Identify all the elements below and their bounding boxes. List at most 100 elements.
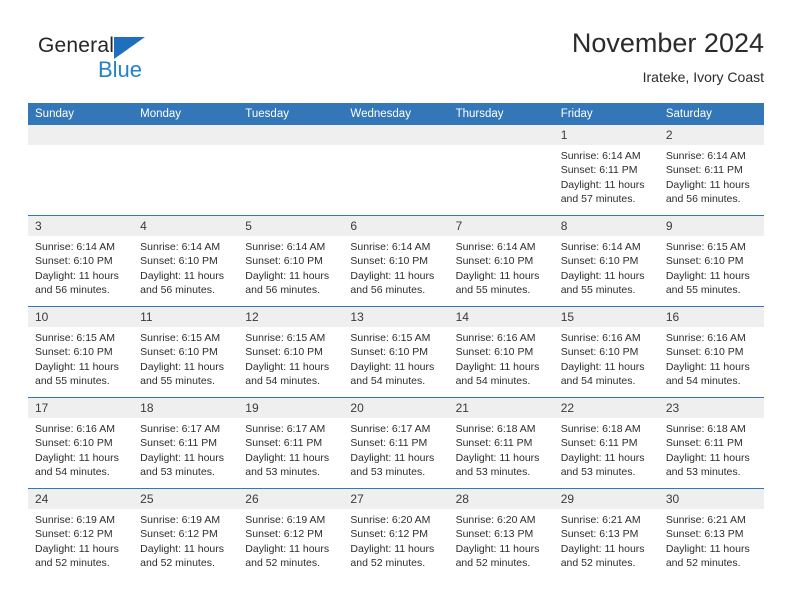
day-sunset-text: Sunset: 6:12 PM: [140, 528, 218, 541]
day-details: Sunrise: 6:16 AM Sunset: 6:10 PM Daylight:…: [554, 327, 659, 388]
day-number: 23: [658, 398, 764, 418]
weekday-header-thursday: Thursday: [448, 103, 554, 125]
calendar-day-cell[interactable]: 25 Sunrise: 6:19 AM Sunset: 6:12 PM Dayligh…: [133, 488, 239, 579]
day-sunrise-text: Sunrise: 6:17 AM: [350, 423, 431, 435]
day-sunrise-text: Sunrise: 6:20 AM: [455, 514, 536, 526]
day-number: 1: [553, 125, 659, 145]
calendar-day-cell[interactable]: 11 Sunrise: 6:15 AM Sunset: 6:10 PM Dayligh…: [133, 306, 239, 398]
day-sunset-text: Sunset: 6:10 PM: [665, 255, 744, 268]
calendar-day-cell[interactable]: 22 Sunrise: 6:18 AM Sunset: 6:11 PM Dayligh…: [553, 397, 659, 489]
calendar-day-cell[interactable]: 30 Sunrise: 6:21 AM Sunset: 6:13 PM Dayligh…: [658, 488, 764, 579]
day-daylight1-text: Daylight: 11 hours: [140, 360, 224, 373]
day-number: 30: [658, 489, 764, 509]
day-daylight2-text: and 54 minutes.: [350, 374, 426, 387]
calendar-day-cell[interactable]: 10 Sunrise: 6:15 AM Sunset: 6:10 PM Dayligh…: [28, 306, 134, 398]
day-daylight2-text: and 56 minutes.: [140, 283, 215, 296]
day-daylight2-text: and 54 minutes.: [455, 374, 531, 387]
calendar-day-cell[interactable]: 27 Sunrise: 6:20 AM Sunset: 6:12 PM Dayligh…: [343, 488, 449, 579]
day-daylight1-text: Daylight: 11 hours: [140, 451, 224, 464]
day-sunset-text: Sunset: 6:11 PM: [245, 437, 323, 450]
day-daylight1-text: Daylight: 11 hours: [35, 451, 119, 464]
day-sunrise-text: Sunrise: 6:19 AM: [245, 514, 326, 526]
day-details: Sunrise: 6:18 AM Sunset: 6:11 PM Daylight:…: [659, 418, 764, 479]
day-daylight2-text: and 53 minutes.: [560, 465, 636, 478]
calendar-day-cell[interactable]: 18 Sunrise: 6:17 AM Sunset: 6:11 PM Dayligh…: [133, 397, 239, 489]
day-number: [133, 125, 239, 145]
day-daylight2-text: and 56 minutes.: [245, 283, 320, 296]
calendar-day-cell[interactable]: 3 Sunrise: 6:14 AM Sunset: 6:10 PM Daylight…: [28, 215, 134, 307]
day-number: 17: [28, 398, 134, 418]
day-daylight2-text: and 52 minutes.: [350, 556, 426, 569]
calendar-day-cell[interactable]: 20 Sunrise: 6:17 AM Sunset: 6:11 PM Dayligh…: [343, 397, 449, 489]
day-sunset-text: Sunset: 6:10 PM: [455, 255, 534, 268]
day-details: Sunrise: 6:15 AM Sunset: 6:10 PM Daylight:…: [659, 236, 764, 297]
day-daylight1-text: Daylight: 11 hours: [560, 451, 645, 464]
day-number: 12: [238, 307, 344, 327]
calendar-day-cell[interactable]: 9 Sunrise: 6:15 AM Sunset: 6:10 PM Daylight…: [658, 215, 764, 307]
day-details: Sunrise: 6:16 AM Sunset: 6:10 PM Daylight:…: [28, 418, 133, 479]
day-sunset-text: Sunset: 6:13 PM: [560, 528, 639, 541]
day-sunset-text: Sunset: 6:10 PM: [35, 437, 113, 450]
calendar-day-cell[interactable]: 14 Sunrise: 6:16 AM Sunset: 6:10 PM Dayligh…: [448, 306, 554, 398]
day-details: Sunrise: 6:17 AM Sunset: 6:11 PM Daylight:…: [238, 418, 343, 479]
weekday-header-friday: Friday: [553, 103, 659, 125]
calendar-day-cell[interactable]: 23 Sunrise: 6:18 AM Sunset: 6:11 PM Dayligh…: [658, 397, 764, 489]
calendar-day-cell[interactable]: 1 Sunrise: 6:14 AM Sunset: 6:11 PM Daylight…: [553, 125, 659, 216]
page-subtitle: Irateke, Ivory Coast: [642, 69, 764, 85]
calendar-day-cell[interactable]: 8 Sunrise: 6:14 AM Sunset: 6:10 PM Daylight…: [553, 215, 659, 307]
calendar-day-cell-empty: [28, 125, 134, 216]
calendar-day-cell[interactable]: 16 Sunrise: 6:16 AM Sunset: 6:10 PM Dayligh…: [658, 306, 764, 398]
day-sunrise-text: Sunrise: 6:14 AM: [140, 241, 221, 253]
calendar-week-row: 24 Sunrise: 6:19 AM Sunset: 6:12 PM Dayligh…: [28, 488, 764, 579]
calendar-day-cell[interactable]: 15 Sunrise: 6:16 AM Sunset: 6:10 PM Dayligh…: [553, 306, 659, 398]
day-number: [28, 125, 134, 145]
general-blue-logo[interactable]: General Blue: [38, 34, 218, 92]
day-number: 3: [28, 216, 134, 236]
calendar-day-cell[interactable]: 2 Sunrise: 6:14 AM Sunset: 6:11 PM Daylight…: [658, 125, 764, 216]
day-details: Sunrise: 6:15 AM Sunset: 6:10 PM Daylight:…: [28, 327, 133, 388]
day-sunset-text: Sunset: 6:11 PM: [350, 437, 428, 450]
day-daylight1-text: Daylight: 11 hours: [350, 269, 435, 282]
calendar-day-cell[interactable]: 28 Sunrise: 6:20 AM Sunset: 6:13 PM Dayligh…: [448, 488, 554, 579]
weekday-header-sunday: Sunday: [28, 103, 134, 125]
calendar-day-cell[interactable]: 17 Sunrise: 6:16 AM Sunset: 6:10 PM Dayligh…: [28, 397, 134, 489]
calendar-day-cell[interactable]: 5 Sunrise: 6:14 AM Sunset: 6:10 PM Daylight…: [238, 215, 344, 307]
day-number: 4: [133, 216, 239, 236]
day-daylight1-text: Daylight: 11 hours: [245, 451, 330, 464]
day-number: 20: [343, 398, 449, 418]
day-sunrise-text: Sunrise: 6:15 AM: [35, 332, 115, 344]
calendar-day-cell[interactable]: 29 Sunrise: 6:21 AM Sunset: 6:13 PM Dayligh…: [553, 488, 659, 579]
day-number: 8: [553, 216, 659, 236]
day-daylight2-text: and 55 minutes.: [35, 374, 110, 387]
day-daylight2-text: and 52 minutes.: [140, 556, 215, 569]
day-daylight2-text: and 53 minutes.: [350, 465, 426, 478]
calendar-day-cell[interactable]: 19 Sunrise: 6:17 AM Sunset: 6:11 PM Dayligh…: [238, 397, 344, 489]
calendar-day-cell[interactable]: 26 Sunrise: 6:19 AM Sunset: 6:12 PM Dayligh…: [238, 488, 344, 579]
day-details: Sunrise: 6:21 AM Sunset: 6:13 PM Daylight:…: [659, 509, 764, 570]
calendar-page: General Blue November 2024 Irateke, Ivor…: [0, 0, 792, 612]
day-details: Sunrise: 6:15 AM Sunset: 6:10 PM Daylight:…: [238, 327, 343, 388]
day-sunset-text: Sunset: 6:12 PM: [35, 528, 113, 541]
day-sunrise-text: Sunrise: 6:14 AM: [35, 241, 115, 253]
day-sunrise-text: Sunrise: 6:16 AM: [560, 332, 641, 344]
day-daylight2-text: and 57 minutes.: [560, 192, 636, 205]
calendar-week-row: 17 Sunrise: 6:16 AM Sunset: 6:10 PM Dayligh…: [28, 397, 764, 489]
day-daylight1-text: Daylight: 11 hours: [665, 542, 750, 555]
day-sunrise-text: Sunrise: 6:18 AM: [665, 423, 746, 435]
calendar-day-cell[interactable]: 13 Sunrise: 6:15 AM Sunset: 6:10 PM Dayligh…: [343, 306, 449, 398]
calendar-day-cell[interactable]: 7 Sunrise: 6:14 AM Sunset: 6:10 PM Daylight…: [448, 215, 554, 307]
day-daylight1-text: Daylight: 11 hours: [140, 269, 224, 282]
calendar-day-cell[interactable]: 4 Sunrise: 6:14 AM Sunset: 6:10 PM Daylight…: [133, 215, 239, 307]
calendar-day-cell[interactable]: 24 Sunrise: 6:19 AM Sunset: 6:12 PM Dayligh…: [28, 488, 134, 579]
day-sunset-text: Sunset: 6:11 PM: [560, 437, 638, 450]
day-sunrise-text: Sunrise: 6:16 AM: [35, 423, 115, 435]
day-daylight2-text: and 52 minutes.: [665, 556, 741, 569]
day-daylight2-text: and 53 minutes.: [140, 465, 215, 478]
day-details: Sunrise: 6:17 AM Sunset: 6:11 PM Daylight:…: [343, 418, 448, 479]
day-daylight1-text: Daylight: 11 hours: [350, 542, 435, 555]
calendar-day-cell[interactable]: 21 Sunrise: 6:18 AM Sunset: 6:11 PM Dayligh…: [448, 397, 554, 489]
calendar-day-cell[interactable]: 6 Sunrise: 6:14 AM Sunset: 6:10 PM Daylight…: [343, 215, 449, 307]
day-daylight2-text: and 52 minutes.: [455, 556, 531, 569]
calendar-day-cell[interactable]: 12 Sunrise: 6:15 AM Sunset: 6:10 PM Dayligh…: [238, 306, 344, 398]
day-number: 9: [658, 216, 764, 236]
